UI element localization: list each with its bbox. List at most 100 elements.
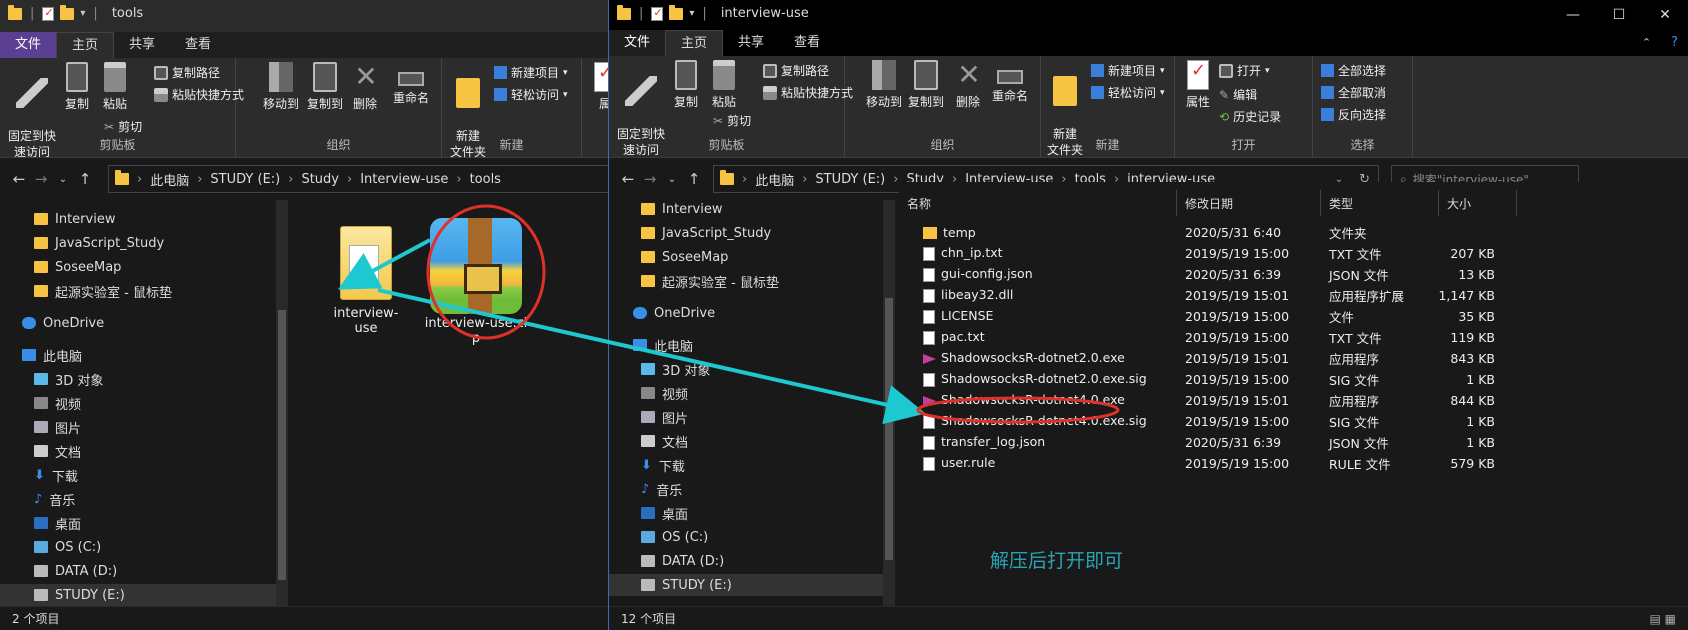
properties-button[interactable]: 属性 [1183, 60, 1213, 110]
nav-item-3d-objects[interactable]: 3D 对象 [34, 368, 103, 390]
nav-item-videos[interactable]: 视频 [641, 382, 688, 404]
tab-home[interactable]: 主页 [56, 32, 115, 58]
copy-to-button[interactable]: 复制到 [905, 60, 947, 110]
zip-item[interactable]: interview-use.zi p [424, 218, 528, 346]
table-row[interactable]: ShadowsocksR-dotnet2.0.exe.sig 2019/5/19 … [915, 369, 1515, 389]
column-header-date[interactable]: 修改日期 [1177, 190, 1321, 216]
history-button[interactable]: ⟲ 历史记录 [1219, 108, 1281, 125]
tab-share[interactable]: 共享 [723, 30, 779, 56]
back-arrow-icon[interactable]: ← [8, 170, 30, 188]
delete-button[interactable]: ✕ 删除 [350, 62, 380, 112]
select-all-button[interactable]: 全部选择 [1321, 62, 1386, 79]
collapse-ribbon-icon[interactable]: ⌃ [1632, 30, 1661, 56]
table-row[interactable]: pac.txt 2019/5/19 15:00 TXT 文件 119 KB [915, 327, 1515, 347]
breadcrumb-item[interactable]: 此电脑 [150, 170, 189, 189]
column-header-name[interactable]: 名称 [899, 190, 1177, 216]
nav-item-javascript-study[interactable]: JavaScript_Study [34, 232, 164, 254]
paste-shortcut-button[interactable]: 粘贴快捷方式 [154, 86, 244, 103]
customize-qat-icon[interactable]: ▾ [80, 8, 85, 19]
scrollbar-thumb[interactable] [885, 298, 893, 560]
tab-file[interactable]: 文件 [0, 32, 57, 58]
nav-item-3d-objects[interactable]: 3D 对象 [641, 358, 710, 380]
table-row[interactable]: LICENSE 2019/5/19 15:00 文件 35 KB [915, 306, 1515, 326]
table-row[interactable]: libeay32.dll 2019/5/19 15:01 应用程序扩展 1,147 K… [915, 285, 1515, 305]
nav-scrollbar[interactable] [883, 200, 895, 606]
scrollbar-thumb[interactable] [278, 310, 286, 580]
tab-view[interactable]: 查看 [170, 32, 226, 58]
new-folder-icon[interactable] [669, 4, 684, 20]
properties-icon[interactable] [651, 6, 664, 21]
nav-item-origin-lab[interactable]: 起源实验室 - 鼠标垫 [641, 270, 779, 292]
nav-item-pictures[interactable]: 图片 [641, 406, 688, 428]
copy-path-button[interactable]: 复制路径 [763, 62, 829, 79]
breadcrumb-item[interactable]: Study [301, 172, 339, 187]
nav-item-os-c[interactable]: OS (C:) [34, 536, 101, 558]
nav-item-origin-lab[interactable]: 起源实验室 - 鼠标垫 [34, 280, 172, 302]
nav-item-music[interactable]: ♪ 音乐 [641, 478, 682, 500]
easy-access-button[interactable]: 轻松访问 ▾ [494, 86, 568, 103]
nav-item-study-e[interactable]: STUDY (E:) [0, 584, 276, 606]
tab-share[interactable]: 共享 [114, 32, 170, 58]
copy-button[interactable]: 复制 [669, 60, 703, 110]
table-row[interactable]: chn_ip.txt 2019/5/19 15:00 TXT 文件 207 KB [915, 243, 1515, 263]
breadcrumb-item[interactable]: Interview-use [360, 172, 448, 187]
rename-button[interactable]: 重命名 [989, 60, 1031, 104]
new-folder-icon[interactable] [60, 4, 75, 20]
nav-item-documents[interactable]: 文档 [641, 430, 688, 452]
recent-dropdown-icon[interactable]: ⌄ [661, 174, 683, 185]
up-arrow-icon[interactable]: ↑ [74, 170, 96, 188]
nav-item-downloads[interactable]: ⬇ 下载 [34, 464, 78, 486]
recent-dropdown-icon[interactable]: ⌄ [52, 174, 74, 185]
breadcrumb[interactable]: › 此电脑 › STUDY (E:) › Study › Interview-u… [108, 165, 610, 193]
copy-to-button[interactable]: 复制到 [304, 62, 346, 112]
table-row[interactable]: ShadowsocksR-dotnet2.0.exe 2019/5/19 15:0… [915, 348, 1515, 368]
nav-item-interview[interactable]: Interview [641, 198, 722, 220]
help-icon[interactable]: ? [1661, 30, 1688, 56]
properties-button[interactable]: 属 [590, 62, 610, 112]
invert-selection-button[interactable]: 反向选择 [1321, 106, 1386, 123]
cut-button[interactable]: ✂ 剪切 [104, 118, 142, 135]
forward-arrow-icon[interactable]: → [30, 170, 52, 188]
paste-button[interactable]: 粘贴 [98, 62, 132, 112]
nav-item-soseemap[interactable]: SoseeMap [34, 256, 121, 278]
tab-view[interactable]: 查看 [779, 30, 835, 56]
customize-qat-icon[interactable]: ▾ [689, 8, 694, 19]
nav-item-study-e[interactable]: STUDY (E:) [609, 574, 883, 596]
edit-button[interactable]: ✎ 编辑 [1219, 86, 1257, 103]
paste-shortcut-button[interactable]: 粘贴快捷方式 [763, 84, 853, 101]
view-toggle-icons[interactable]: ▤ ▦ [1650, 607, 1677, 630]
cut-button[interactable]: ✂ 剪切 [713, 112, 751, 129]
copy-button[interactable]: 复制 [60, 62, 94, 112]
table-row[interactable]: transfer_log.json 2020/5/31 6:39 JSON 文件 1 … [915, 432, 1515, 452]
delete-button[interactable]: ✕ 删除 [953, 60, 983, 110]
nav-item-interview[interactable]: Interview [34, 208, 115, 230]
breadcrumb-item[interactable]: STUDY (E:) [210, 172, 280, 187]
nav-item-this-pc[interactable]: 此电脑 [22, 344, 82, 366]
move-to-button[interactable]: 移动到 [863, 60, 905, 110]
nav-item-data-d[interactable]: DATA (D:) [641, 550, 724, 572]
breadcrumb-item[interactable]: STUDY (E:) [815, 172, 885, 187]
nav-item-music[interactable]: ♪ 音乐 [34, 488, 75, 510]
close-icon[interactable]: ✕ [1642, 0, 1688, 30]
back-arrow-icon[interactable]: ← [617, 170, 639, 188]
rename-button[interactable]: 重命名 [390, 62, 432, 106]
table-row[interactable]: gui-config.json 2020/5/31 6:39 JSON 文件 13 K… [915, 264, 1515, 284]
nav-item-documents[interactable]: 文档 [34, 440, 81, 462]
nav-item-javascript-study[interactable]: JavaScript_Study [641, 222, 771, 244]
nav-item-this-pc[interactable]: 此电脑 [633, 334, 693, 356]
nav-item-videos[interactable]: 视频 [34, 392, 81, 414]
nav-item-desktop[interactable]: 桌面 [34, 512, 81, 534]
nav-item-downloads[interactable]: ⬇ 下载 [641, 454, 685, 476]
breadcrumb-item[interactable]: 此电脑 [755, 170, 794, 189]
column-header-size[interactable]: 大小 [1439, 190, 1517, 216]
nav-scrollbar[interactable] [276, 200, 288, 606]
table-row[interactable]: ShadowsocksR-dotnet4.0.exe.sig 2019/5/19 … [915, 411, 1515, 431]
nav-item-onedrive[interactable]: OneDrive [22, 312, 104, 334]
nav-item-onedrive[interactable]: OneDrive [633, 302, 715, 324]
forward-arrow-icon[interactable]: → [639, 170, 661, 188]
nav-item-os-c[interactable]: OS (C:) [641, 526, 708, 548]
select-none-button[interactable]: 全部取消 [1321, 84, 1386, 101]
new-item-button[interactable]: 新建项目 ▾ [1091, 62, 1165, 79]
minimize-icon[interactable]: — [1550, 0, 1596, 30]
nav-item-desktop[interactable]: 桌面 [641, 502, 688, 524]
